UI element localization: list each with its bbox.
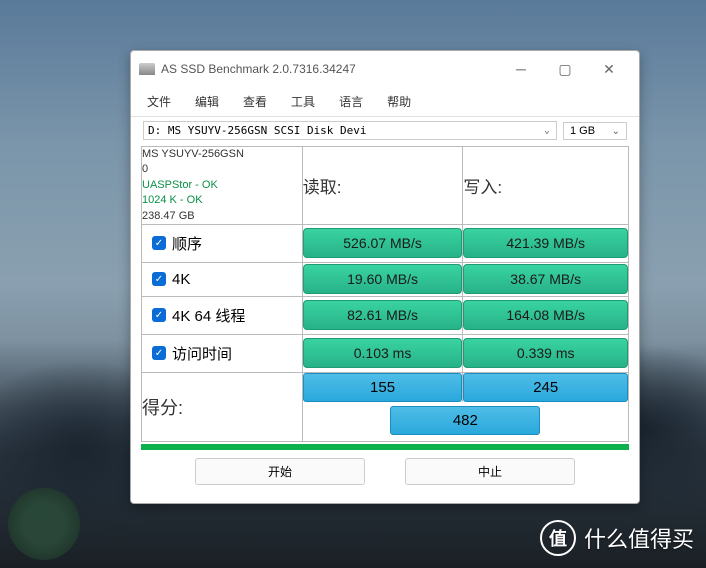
drive-driver: UASPStor - OK: [142, 178, 302, 193]
drive-capacity: 238.47 GB: [142, 209, 302, 224]
close-button[interactable]: ✕: [587, 57, 631, 81]
watermark: 值 什么值得买: [540, 520, 694, 556]
menu-tools[interactable]: 工具: [287, 91, 319, 112]
progress-bar: [141, 444, 629, 450]
menu-view[interactable]: 查看: [239, 91, 271, 112]
checkbox-seq[interactable]: ✓: [152, 236, 166, 250]
header-write: 写入:: [463, 147, 629, 225]
header-read: 读取:: [302, 147, 463, 225]
menu-language[interactable]: 语言: [335, 91, 367, 112]
toolbar: D: MS YSUYV-256GSN SCSI Disk Devi ⌄ 1 GB…: [131, 117, 639, 144]
row-access: ✓ 访问时间 0.103 ms 0.339 ms: [142, 334, 629, 372]
score-label: 得分:: [142, 372, 303, 441]
size-select[interactable]: 1 GB ⌄: [563, 122, 627, 140]
menubar: 文件 编辑 查看 工具 语言 帮助: [131, 87, 639, 117]
score-read: 155: [303, 373, 463, 402]
window-title: AS SSD Benchmark 2.0.7316.34247: [161, 62, 499, 76]
app-window: AS SSD Benchmark 2.0.7316.34247 ─ ▢ ✕ 文件…: [130, 50, 640, 504]
access-write: 0.339 ms: [463, 338, 628, 368]
maximize-button[interactable]: ▢: [543, 57, 587, 81]
drive-select[interactable]: D: MS YSUYV-256GSN SCSI Disk Devi ⌄: [143, 121, 557, 140]
button-row: 开始 中止: [141, 452, 629, 495]
drive-select-value: D: MS YSUYV-256GSN SCSI Disk Devi: [148, 124, 367, 137]
watermark-text: 什么值得买: [584, 522, 694, 554]
4k64-write: 164.08 MB/s: [463, 300, 628, 330]
score-write: 245: [463, 373, 628, 402]
menu-file[interactable]: 文件: [143, 91, 175, 112]
label-4k: 4K: [172, 271, 190, 288]
chevron-down-icon: ⌄: [612, 126, 620, 137]
checkbox-4k[interactable]: ✓: [152, 272, 166, 286]
label-4k64: 4K 64 线程: [172, 305, 245, 326]
menu-edit[interactable]: 编辑: [191, 91, 223, 112]
4k-write: 38.67 MB/s: [463, 264, 628, 294]
start-button[interactable]: 开始: [195, 458, 365, 485]
row-4k64: ✓ 4K 64 线程 82.61 MB/s 164.08 MB/s: [142, 296, 629, 334]
watermark-icon: 值: [540, 520, 576, 556]
seq-write: 421.39 MB/s: [463, 228, 628, 258]
row-score: 得分: 155 245: [142, 372, 629, 402]
score-total: 482: [390, 406, 540, 435]
size-select-value: 1 GB: [570, 125, 595, 137]
menu-help[interactable]: 帮助: [383, 91, 415, 112]
4k-read: 19.60 MB/s: [303, 264, 463, 294]
access-read: 0.103 ms: [303, 338, 463, 368]
4k64-read: 82.61 MB/s: [303, 300, 463, 330]
drive-model-2: 0: [142, 162, 302, 177]
stop-button[interactable]: 中止: [405, 458, 575, 485]
chevron-down-icon: ⌄: [544, 125, 550, 136]
checkbox-4k64[interactable]: ✓: [152, 308, 166, 322]
row-4k: ✓ 4K 19.60 MB/s 38.67 MB/s: [142, 262, 629, 296]
seq-read: 526.07 MB/s: [303, 228, 463, 258]
minimize-button[interactable]: ─: [499, 57, 543, 81]
drive-info-cell: MS YSUYV-256GSN 0 UASPStor - OK 1024 K -…: [142, 147, 303, 225]
app-icon: [139, 63, 155, 75]
drive-align: 1024 K - OK: [142, 193, 302, 208]
stamp-logo: [8, 488, 80, 560]
titlebar: AS SSD Benchmark 2.0.7316.34247 ─ ▢ ✕: [131, 51, 639, 87]
checkbox-access[interactable]: ✓: [152, 346, 166, 360]
drive-model: MS YSUYV-256GSN: [142, 147, 302, 162]
results-table: MS YSUYV-256GSN 0 UASPStor - OK 1024 K -…: [141, 146, 629, 442]
label-access: 访问时间: [172, 343, 232, 364]
label-seq: 顺序: [172, 233, 202, 254]
row-seq: ✓ 顺序 526.07 MB/s 421.39 MB/s: [142, 224, 629, 262]
